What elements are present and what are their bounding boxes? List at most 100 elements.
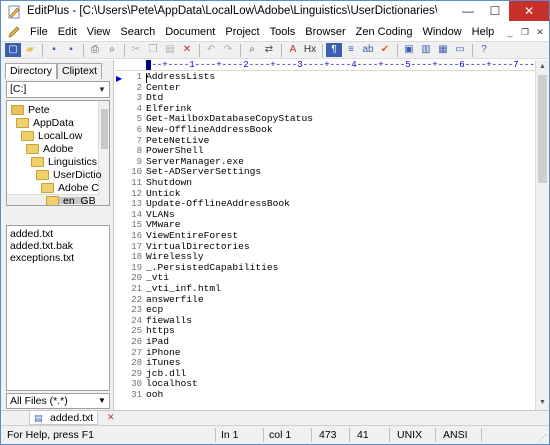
menu-window[interactable]: Window	[418, 23, 467, 41]
tree-scroll-thumb[interactable]	[101, 109, 108, 149]
line-number: 10	[131, 167, 142, 178]
menu-zen-coding[interactable]: Zen Coding	[351, 23, 418, 41]
line-number: 4	[136, 103, 142, 114]
code-line[interactable]: ooh	[146, 389, 163, 401]
menu-bar: File Edit View Search Document Project T…	[1, 23, 549, 41]
scroll-down-icon[interactable]: ▼	[536, 396, 549, 410]
file-list-item[interactable]: exceptions.txt	[10, 252, 74, 264]
line-number: 20	[131, 273, 142, 284]
spellcheck-icon[interactable]: ab	[360, 43, 376, 57]
menu-document[interactable]: Document	[160, 23, 220, 41]
file-list-item[interactable]: added.txt.bak	[10, 240, 73, 252]
save-icon[interactable]: ▪	[46, 43, 62, 57]
help-icon[interactable]: ?	[476, 43, 492, 57]
doc-close-button[interactable]: ✕	[533, 25, 547, 39]
file-list[interactable]: added.txt added.txt.bak exceptions.txt	[6, 225, 110, 391]
editor-scroll-thumb[interactable]	[538, 75, 547, 183]
folder-tree-item[interactable]: Adobe	[26, 142, 73, 156]
replace-icon[interactable]: ⇄	[261, 43, 277, 57]
undo-icon[interactable]: ↶	[203, 43, 219, 57]
heading-icon[interactable]: Hx	[302, 43, 318, 57]
delete-icon[interactable]: ✕	[179, 43, 195, 57]
folder-tree-item[interactable]: en_GB	[46, 194, 96, 205]
editplus-app-icon[interactable]	[7, 5, 21, 19]
line-number: 21	[131, 284, 142, 294]
ruler-cursor-marker	[146, 60, 151, 70]
copy-icon[interactable]: ❐	[145, 43, 161, 57]
directory-window-icon[interactable]: ▥	[418, 43, 434, 57]
new-file-icon[interactable]: ▢	[5, 43, 21, 57]
paste-icon[interactable]: ▤	[162, 43, 178, 57]
menu-search[interactable]: Search	[115, 23, 160, 41]
tab-cliptext[interactable]: Cliptext	[57, 63, 103, 79]
file-list-item[interactable]: added.txt	[10, 228, 53, 240]
code-line[interactable]: _vti_inf.html	[146, 283, 221, 295]
menu-project[interactable]: Project	[220, 23, 264, 41]
folder-tree[interactable]: Pete AppData LocalLow Adobe Linguistics UserD…	[6, 100, 110, 206]
code-line[interactable]: Shutdown	[146, 177, 192, 189]
menu-help[interactable]: Help	[467, 23, 500, 41]
drive-select[interactable]: [C:] ▼	[6, 81, 110, 98]
code-line[interactable]: iPad	[146, 336, 169, 348]
text-editor[interactable]: ---+----1----+----2----+----3----+----4-…	[115, 60, 549, 410]
maximize-button[interactable]: ☐	[482, 1, 508, 21]
font-icon[interactable]: A	[285, 43, 301, 57]
folder-tree-item[interactable]: Linguistics	[31, 155, 97, 169]
output-window-icon[interactable]: ▭	[452, 43, 468, 57]
check-icon[interactable]: ✔	[377, 43, 393, 57]
code-line[interactable]: AddressLists	[146, 72, 215, 83]
minimize-button[interactable]: —	[455, 1, 481, 21]
close-button[interactable]: ✕	[509, 1, 549, 21]
code-line[interactable]: ViewEntireForest	[146, 230, 238, 242]
code-line[interactable]: New-OfflineAddressBook	[146, 124, 273, 136]
cliptext-window-icon[interactable]: ▦	[435, 43, 451, 57]
redo-icon[interactable]: ↷	[220, 43, 236, 57]
status-line-ending[interactable]: UNIX	[397, 429, 422, 441]
directory-panel: Directory Cliptext [C:] ▼ Pete AppData Loc…	[1, 60, 114, 410]
chevron-down-icon[interactable]: ▼	[95, 82, 109, 97]
print-preview-icon[interactable]: ⌕	[104, 43, 120, 57]
tab-directory[interactable]: Directory	[5, 63, 58, 79]
column-ruler: ---+----1----+----2----+----3----+----4-…	[115, 60, 535, 71]
open-folder-icon[interactable]: ▰	[22, 43, 38, 57]
folder-label: Linguistics	[48, 156, 98, 168]
toolbar-separator	[472, 43, 473, 57]
folder-tree-item[interactable]: UserDictio	[36, 168, 101, 182]
cut-icon[interactable]: ✂	[128, 43, 144, 57]
print-icon[interactable]: ⎙	[87, 43, 103, 57]
line-number-icon[interactable]: ≡	[343, 43, 359, 57]
folder-tree-item[interactable]: Pete	[11, 103, 50, 117]
line-number: 31	[131, 390, 142, 400]
menu-edit[interactable]: Edit	[53, 23, 82, 41]
menu-file[interactable]: File	[25, 23, 53, 41]
fullscreen-icon[interactable]: ▣	[401, 43, 417, 57]
file-filter-select[interactable]: All Files (*.*) ▼	[6, 393, 110, 409]
folder-tree-item[interactable]: LocalLow	[21, 129, 82, 143]
editor-vertical-scrollbar[interactable]: ▲ ▼	[535, 60, 549, 410]
chevron-down-icon[interactable]: ▼	[95, 394, 109, 408]
menu-tools[interactable]: Tools	[265, 23, 301, 41]
doc-tab-added-txt[interactable]: ▤ added.txt	[29, 411, 99, 425]
window-title: EditPlus - [C:\Users\Pete\AppData\LocalL…	[27, 5, 437, 17]
file-filter-value: All Files (*.*)	[10, 395, 68, 407]
folder-label: AppData	[33, 117, 74, 129]
code-area[interactable]: AddressLists Center Dtd Elferink Get-Mailbox…	[146, 72, 535, 410]
doc-tab-close-icon[interactable]: ✕	[107, 412, 115, 423]
folder-tree-item[interactable]: AppData	[16, 116, 74, 130]
line-number: 30	[131, 379, 142, 390]
tree-vertical-scrollbar[interactable]	[98, 101, 109, 205]
status-encoding[interactable]: ANSI	[443, 429, 468, 441]
doc-minimize-button[interactable]: _	[503, 25, 517, 39]
menu-view[interactable]: View	[82, 23, 116, 41]
resize-grip-icon[interactable]: ⋰	[539, 433, 547, 442]
toolbar-separator	[199, 43, 200, 57]
word-wrap-icon[interactable]: ¶	[326, 43, 342, 57]
scroll-up-icon[interactable]: ▲	[536, 60, 549, 74]
doc-restore-button[interactable]: ❐	[518, 25, 532, 39]
folder-tree-item[interactable]: Adobe C	[41, 181, 99, 195]
menu-browser[interactable]: Browser	[300, 23, 350, 41]
toolbar: ▢ ▰ ▪ ▪ ⎙ ⌕ ✂ ❐ ▤ ✕ ↶ ↷ ⌕ ⇄ A Hx ¶ ≡ ab ✔ ▣ ▥ ▦ ▭?	[1, 41, 549, 59]
document-pencil-icon[interactable]	[7, 25, 21, 39]
save-all-icon[interactable]: ▪	[63, 43, 79, 57]
find-icon[interactable]: ⌕	[244, 43, 260, 57]
